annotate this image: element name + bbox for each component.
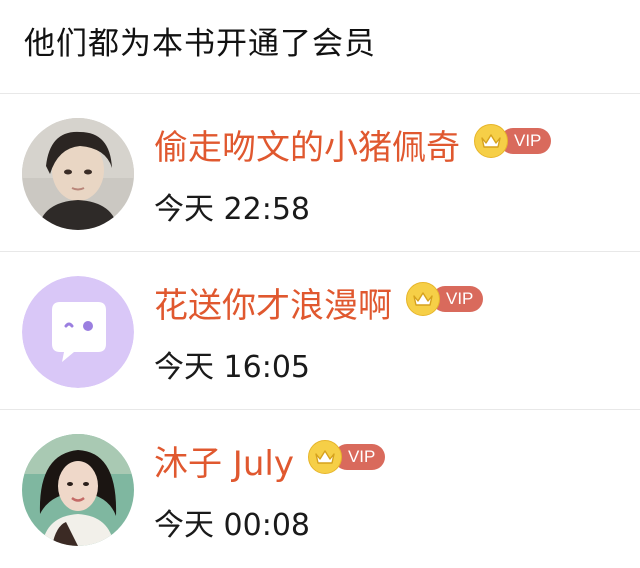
avatar[interactable] (22, 434, 134, 546)
member-row[interactable]: 花送你才浪漫啊 VIP 今天 16:05 (0, 252, 640, 410)
member-name[interactable]: 偷走吻文的小猪佩奇 (154, 120, 460, 169)
member-time: 今天 00:08 (154, 508, 310, 543)
crown-icon (474, 124, 508, 158)
portrait-avatar-icon (22, 118, 134, 230)
vip-badge: VIP (406, 282, 484, 316)
member-list: 偷走吻文的小猪佩奇 VIP 今天 22:58 花送你才浪漫啊 VIP 今天 16… (0, 94, 640, 568)
portrait-avatar-icon (22, 434, 134, 546)
member-name[interactable]: 花送你才浪漫啊 (154, 278, 392, 327)
vip-badge: VIP (307, 440, 386, 474)
member-name-line: 偷走吻文的小猪佩奇 VIP (154, 124, 552, 168)
member-row[interactable]: 沐子 July VIP 今天 00:08 (0, 410, 640, 568)
member-time: 今天 22:58 (154, 192, 310, 227)
chat-bubble-avatar-icon (22, 276, 134, 388)
member-name[interactable]: 沐子 July (154, 436, 294, 485)
section-title: 他们都为本书开通了会员 (24, 26, 376, 62)
member-name-line: 沐子 July VIP (154, 440, 386, 484)
avatar[interactable] (22, 118, 134, 230)
member-time: 今天 16:05 (154, 350, 310, 385)
crown-icon (307, 440, 342, 474)
vip-badge: VIP (474, 124, 552, 158)
crown-icon (406, 282, 440, 316)
member-row[interactable]: 偷走吻文的小猪佩奇 VIP 今天 22:58 (0, 94, 640, 252)
section-header: 他们都为本书开通了会员 (0, 0, 640, 94)
member-name-line: 花送你才浪漫啊 VIP (154, 282, 484, 326)
avatar[interactable] (22, 276, 134, 388)
